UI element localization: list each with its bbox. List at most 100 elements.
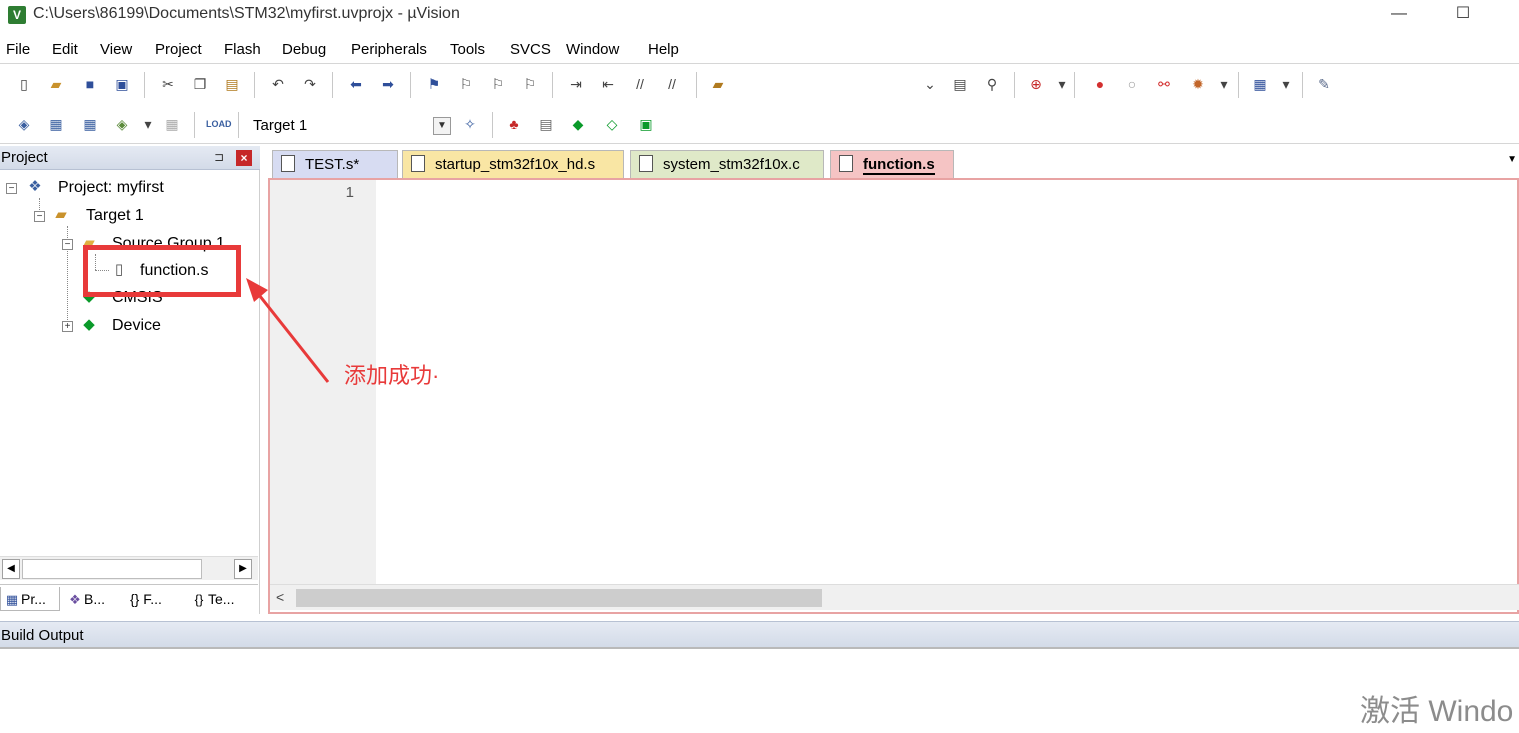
tab-list-arrow-icon[interactable]: ▼ bbox=[1507, 154, 1517, 165]
menu-debug[interactable]: Debug bbox=[282, 41, 326, 58]
disable-all-breakpoints-icon[interactable]: ⚯ bbox=[1154, 74, 1174, 94]
maximize-button[interactable]: ☐ bbox=[1440, 0, 1486, 30]
new-file-icon[interactable]: ▯ bbox=[14, 74, 34, 94]
undo-icon[interactable]: ↶ bbox=[268, 74, 288, 94]
disable-breakpoint-icon[interactable]: ○ bbox=[1122, 74, 1142, 94]
collapse-icon[interactable]: − bbox=[62, 239, 73, 250]
pack-installer-icon[interactable]: ▣ bbox=[636, 114, 656, 134]
menu-flash[interactable]: Flash bbox=[224, 41, 261, 58]
bookmark-icon[interactable]: ⚑ bbox=[424, 74, 444, 94]
rebuild-icon[interactable]: ▦ bbox=[80, 114, 100, 134]
menu-view[interactable]: View bbox=[100, 41, 132, 58]
translate-icon[interactable]: ◈ bbox=[14, 114, 34, 134]
tab-templates[interactable]: {} Te... bbox=[188, 587, 235, 611]
toolbar-divider bbox=[1302, 72, 1303, 98]
annotation-arrow-icon bbox=[246, 278, 330, 383]
toolbar-divider bbox=[410, 72, 411, 98]
copy-icon[interactable]: ❐ bbox=[190, 74, 210, 94]
toolbar-divider bbox=[552, 72, 553, 98]
tab-books[interactable]: ❖ B... bbox=[64, 587, 105, 611]
dropdown-arrow-icon[interactable]: ▾ bbox=[1052, 74, 1072, 94]
code-editor[interactable]: 1 < bbox=[268, 178, 1519, 614]
comment-icon[interactable]: // bbox=[630, 74, 650, 94]
standard-toolbar: ▯ ▰ ■ ▣ ✂ ❐ ▤ ↶ ↷ ⬅ ➡ ⚑ ⚐ ⚐ ⚐ ⇥ ⇤ // // … bbox=[0, 66, 1519, 104]
scroll-left-icon[interactable]: < bbox=[276, 589, 284, 605]
collapse-icon[interactable]: − bbox=[34, 211, 45, 222]
target-select[interactable]: Target 1 ▼ bbox=[246, 114, 452, 138]
clear-bookmarks-icon[interactable]: ⚐ bbox=[520, 74, 540, 94]
tab-project[interactable]: ▦ Pr... bbox=[0, 587, 60, 611]
toolbar-divider bbox=[194, 112, 195, 138]
expand-icon[interactable]: + bbox=[62, 321, 73, 332]
collapse-icon[interactable]: − bbox=[6, 183, 17, 194]
menu-project[interactable]: Project bbox=[155, 41, 202, 58]
uncomment-icon[interactable]: // bbox=[662, 74, 682, 94]
activation-watermark: 激活 Windo bbox=[1360, 695, 1514, 728]
download-load-icon[interactable]: LOAD bbox=[206, 114, 232, 134]
tab-test-s[interactable]: TEST.s* bbox=[272, 150, 398, 180]
save-icon[interactable]: ■ bbox=[80, 74, 100, 94]
options-for-target-icon[interactable]: ✧ bbox=[460, 114, 480, 134]
pin-icon[interactable]: ⊐ bbox=[214, 150, 228, 164]
menu-edit[interactable]: Edit bbox=[52, 41, 78, 58]
tab-system[interactable]: system_stm32f10x.c bbox=[630, 150, 824, 180]
redo-icon[interactable]: ↷ bbox=[300, 74, 320, 94]
file-icon bbox=[639, 155, 653, 172]
tab-functions[interactable]: {} F... bbox=[128, 587, 162, 611]
stop-build-icon[interactable]: ▦ bbox=[162, 114, 182, 134]
tab-label: Te... bbox=[208, 591, 235, 607]
window-layout-icon[interactable]: ▦ bbox=[1250, 74, 1270, 94]
unindent-icon[interactable]: ⇤ bbox=[598, 74, 618, 94]
save-all-icon[interactable]: ▣ bbox=[112, 74, 132, 94]
prev-bookmark-icon[interactable]: ⚐ bbox=[456, 74, 476, 94]
scroll-left-icon[interactable]: ◀ bbox=[2, 559, 20, 579]
dropdown-arrow-icon[interactable]: ▾ bbox=[138, 114, 158, 134]
toolbar-divider bbox=[1014, 72, 1015, 98]
target-folder-icon: ▰ bbox=[55, 206, 67, 223]
chevron-down-icon[interactable]: ▼ bbox=[433, 117, 451, 135]
debug-session-icon[interactable]: ⊕ bbox=[1026, 74, 1046, 94]
close-icon[interactable]: × bbox=[236, 150, 252, 166]
menu-file[interactable]: File bbox=[6, 41, 30, 58]
cut-icon[interactable]: ✂ bbox=[158, 74, 178, 94]
incremental-find-icon[interactable]: ⚲ bbox=[982, 74, 1002, 94]
tree-label: Device bbox=[112, 317, 161, 334]
scroll-thumb[interactable] bbox=[296, 589, 822, 607]
scroll-thumb[interactable] bbox=[22, 559, 202, 579]
menu-tools[interactable]: Tools bbox=[450, 41, 485, 58]
next-bookmark-icon[interactable]: ⚐ bbox=[488, 74, 508, 94]
project-hscrollbar[interactable]: ◀ ▶ bbox=[0, 556, 258, 580]
find-in-files-icon[interactable]: ▰ bbox=[708, 74, 728, 94]
manage-components-icon[interactable]: ▤ bbox=[536, 114, 556, 134]
run-time-environment-icon[interactable]: ◆ bbox=[568, 114, 588, 134]
menu-help[interactable]: Help bbox=[648, 41, 679, 58]
toolbar-divider bbox=[254, 72, 255, 98]
open-folder-icon[interactable]: ▰ bbox=[46, 74, 66, 94]
tree-label: Target 1 bbox=[86, 207, 144, 224]
batch-build-icon[interactable]: ◈ bbox=[112, 114, 132, 134]
minimize-button[interactable]: — bbox=[1376, 0, 1422, 30]
dropdown-arrow-icon[interactable]: ▾ bbox=[1276, 74, 1296, 94]
find-combo-arrow-icon[interactable]: ⌄ bbox=[920, 74, 940, 94]
indent-icon[interactable]: ⇥ bbox=[566, 74, 586, 94]
highlight-box bbox=[83, 245, 241, 297]
tab-function-s[interactable]: function.s bbox=[830, 150, 954, 180]
dropdown-arrow-icon[interactable]: ▾ bbox=[1214, 74, 1234, 94]
navigate-back-icon[interactable]: ⬅ bbox=[346, 74, 366, 94]
menu-svcs[interactable]: SVCS bbox=[510, 41, 551, 58]
paste-icon[interactable]: ▤ bbox=[222, 74, 242, 94]
menu-peripherals[interactable]: Peripherals bbox=[351, 41, 427, 58]
toolbar-divider bbox=[1238, 72, 1239, 98]
file-extensions-icon[interactable]: ♣ bbox=[504, 114, 524, 134]
select-software-packs-icon[interactable]: ◇ bbox=[602, 114, 622, 134]
navigate-forward-icon[interactable]: ➡ bbox=[378, 74, 398, 94]
menu-window[interactable]: Window bbox=[566, 41, 619, 58]
build-icon[interactable]: ▦ bbox=[46, 114, 66, 134]
editor-hscrollbar[interactable]: < bbox=[270, 584, 1519, 610]
tab-startup[interactable]: startup_stm32f10x_hd.s bbox=[402, 150, 624, 180]
breakpoint-icon[interactable]: ● bbox=[1090, 74, 1110, 94]
configuration-wrench-icon[interactable]: ✎ bbox=[1314, 74, 1334, 94]
kill-breakpoints-icon[interactable]: ✹ bbox=[1188, 74, 1208, 94]
find-icon[interactable]: ▤ bbox=[950, 74, 970, 94]
scroll-right-icon[interactable]: ▶ bbox=[234, 559, 252, 579]
